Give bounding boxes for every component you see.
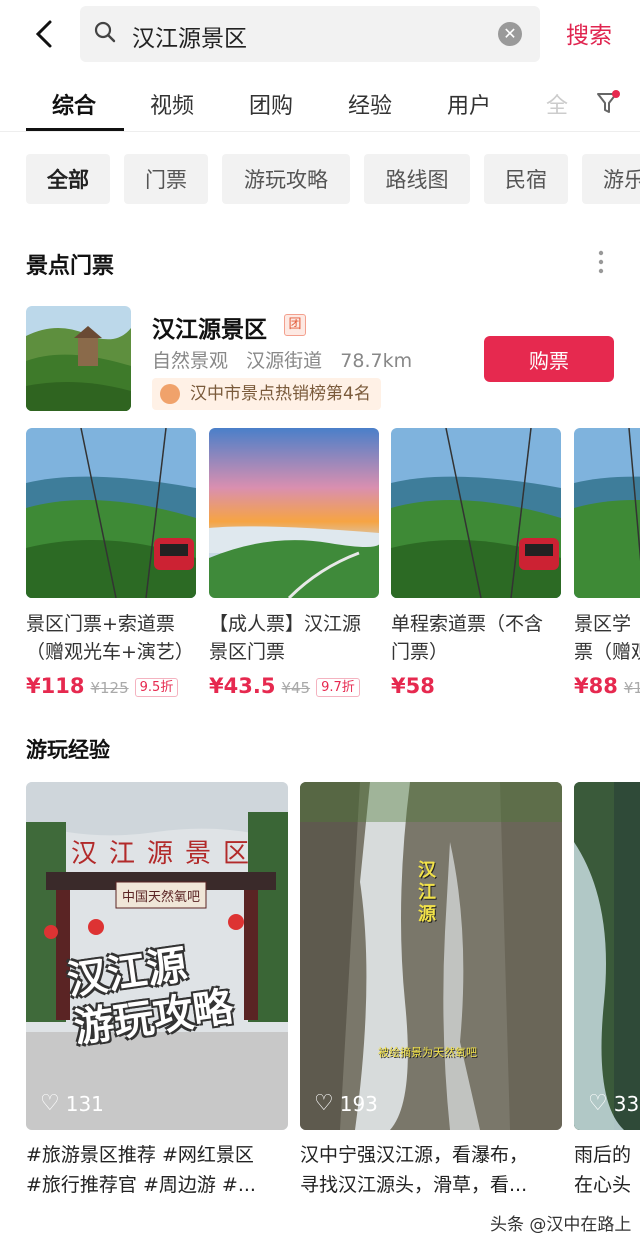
- plaque-text: 中国天然氧吧: [122, 889, 200, 905]
- ticket-price: ¥88: [574, 674, 618, 698]
- heart-icon: ♡: [40, 1091, 60, 1116]
- ticket-carousel: 景区门票+索道票 （赠观光车+演艺） ¥118 ¥125 9.5折 【成人票】汉江源…: [0, 428, 640, 698]
- ticket-title: 单程索道票（不含 门票）: [391, 613, 544, 663]
- search-button[interactable]: 搜索: [566, 16, 612, 50]
- ticket-price: ¥118: [26, 674, 85, 698]
- ticket-title: 景区学 票（赠观: [574, 613, 640, 663]
- experience-caption[interactable]: 汉中宁强汉江源，看瀑布， 寻找汉江源头，滑草，看...: [300, 1140, 562, 1200]
- poi-distance: 78.7km: [340, 350, 413, 372]
- ticket-title: 【成人票】汉江源 景区门票: [209, 613, 362, 663]
- like-number: 33: [613, 1091, 640, 1116]
- ticket-price-row: ¥118 ¥125 9.5折: [26, 674, 196, 698]
- watermark-text: 头条 @汉中在路上: [490, 1215, 632, 1235]
- like-number: 193: [339, 1091, 378, 1116]
- ticket-original-price: ¥45: [281, 679, 311, 697]
- rank-text: 汉中市景点热销榜第4名: [190, 384, 371, 404]
- ticket-original-price: ¥10: [623, 679, 640, 697]
- experience-caption[interactable]: 雨后的 在心头: [574, 1140, 640, 1200]
- like-count: ♡ 193: [314, 1091, 378, 1116]
- tab-group-buy[interactable]: 团购: [249, 88, 293, 120]
- ticket-price-row: ¥43.5 ¥45 9.7折: [209, 674, 379, 698]
- buy-ticket-button[interactable]: 购票: [484, 336, 614, 382]
- filter-chips: 全部 门票 游玩攻略 路线图 民宿 游乐: [0, 154, 640, 204]
- ticket-title: 景区门票+索道票 （赠观光车+演艺）: [26, 613, 194, 663]
- ticket-card[interactable]: 单程索道票（不含 门票） ¥58: [391, 428, 561, 698]
- top-bar: 汉江源景区 ✕ 搜索: [0, 0, 640, 70]
- poi-name[interactable]: 汉江源景区: [152, 310, 267, 344]
- heart-icon: ♡: [314, 1091, 334, 1116]
- chip-guide[interactable]: 游玩攻略: [222, 154, 350, 204]
- tab-comprehensive[interactable]: 综合: [52, 88, 96, 120]
- more-options-icon[interactable]: [598, 250, 604, 274]
- filter-icon[interactable]: [596, 90, 622, 116]
- ticket-image: [391, 428, 561, 598]
- group-buy-badge: 团: [284, 314, 306, 336]
- ticket-discount: 9.7折: [316, 678, 360, 697]
- poi-area: 汉源街道: [246, 350, 323, 372]
- experience-caption[interactable]: #旅游景区推荐 #网红景区 #旅行推荐官 #周边游 #...: [26, 1140, 288, 1200]
- like-number: 131: [65, 1091, 104, 1116]
- ticket-card[interactable]: 景区门票+索道票 （赠观光车+演艺） ¥118 ¥125 9.5折: [26, 428, 196, 698]
- ticket-card[interactable]: 【成人票】汉江源 景区门票 ¥43.5 ¥45 9.7折: [209, 428, 379, 698]
- experience-card[interactable]: 汉 江 源 被绘摘景为天然氧吧 ♡ 193 汉中宁强汉江源，看瀑布， 寻找汉江源头…: [300, 782, 562, 1200]
- ticket-price: ¥58: [391, 674, 435, 698]
- gate-title-text: 汉江源景区: [71, 839, 261, 869]
- active-tab-underline: [26, 128, 124, 131]
- chip-amusement[interactable]: 游乐: [582, 154, 640, 204]
- back-arrow-icon[interactable]: [26, 16, 62, 52]
- ticket-discount: 9.5折: [134, 678, 179, 697]
- tab-all[interactable]: 全: [546, 88, 568, 120]
- chip-homestay[interactable]: 民宿: [484, 154, 568, 204]
- experience-image: 中国天然氧吧 汉江源景区 汉江源 游玩攻略 ♡ 131: [26, 782, 288, 1130]
- chip-route-map[interactable]: 路线图: [364, 154, 470, 204]
- experience-card[interactable]: ♡ 33 雨后的 在心头: [574, 782, 640, 1200]
- section-title-tickets: 景点门票: [26, 254, 115, 279]
- like-count: ♡ 33: [588, 1091, 639, 1116]
- experience-image: 汉 江 源 被绘摘景为天然氧吧 ♡ 193: [300, 782, 562, 1130]
- heart-icon: ♡: [588, 1091, 608, 1116]
- search-query[interactable]: 汉江源景区: [132, 19, 247, 53]
- chip-all[interactable]: 全部: [26, 154, 110, 204]
- ticket-image: [574, 428, 640, 598]
- experience-carousel: 中国天然氧吧 汉江源景区 汉江源 游玩攻略 ♡ 131 #旅游景区推荐 #网红景区…: [0, 782, 640, 1202]
- ticket-image: [209, 428, 379, 598]
- douyin-icon: [160, 384, 180, 404]
- ticket-price-row: ¥58: [391, 674, 561, 698]
- tab-experience[interactable]: 经验: [348, 88, 392, 120]
- overlay-title: 汉 江 源: [418, 860, 436, 925]
- tab-user[interactable]: 用户: [447, 88, 491, 120]
- ticket-image: [26, 428, 196, 598]
- ticket-original-price: ¥125: [90, 679, 129, 697]
- experience-card[interactable]: 中国天然氧吧 汉江源景区 汉江源 游玩攻略 ♡ 131 #旅游景区推荐 #网红景区…: [26, 782, 288, 1200]
- experience-image: ♡ 33: [574, 782, 640, 1130]
- like-count: ♡ 131: [40, 1091, 104, 1116]
- chip-tickets[interactable]: 门票: [124, 154, 208, 204]
- ticket-card[interactable]: 景区学 票（赠观 ¥88 ¥10: [574, 428, 640, 698]
- result-tabs: 综合 视频 团购 经验 用户 全: [0, 82, 640, 132]
- poi-thumbnail[interactable]: [26, 306, 131, 411]
- poi-category: 自然景观: [152, 350, 229, 372]
- overlay-subtitle: 被绘摘景为天然氧吧: [378, 1046, 477, 1059]
- ticket-price: ¥43.5: [209, 674, 276, 698]
- search-icon: [94, 21, 116, 43]
- poi-meta: 自然景观 汉源街道 78.7km: [152, 346, 412, 373]
- clear-icon[interactable]: ✕: [498, 22, 522, 46]
- tab-video[interactable]: 视频: [150, 88, 194, 120]
- section-title-experience: 游玩经验: [26, 738, 110, 762]
- rank-badge[interactable]: 汉中市景点热销榜第4名: [152, 378, 381, 410]
- search-box[interactable]: 汉江源景区 ✕: [80, 6, 540, 62]
- ticket-price-row: ¥88 ¥10: [574, 674, 640, 698]
